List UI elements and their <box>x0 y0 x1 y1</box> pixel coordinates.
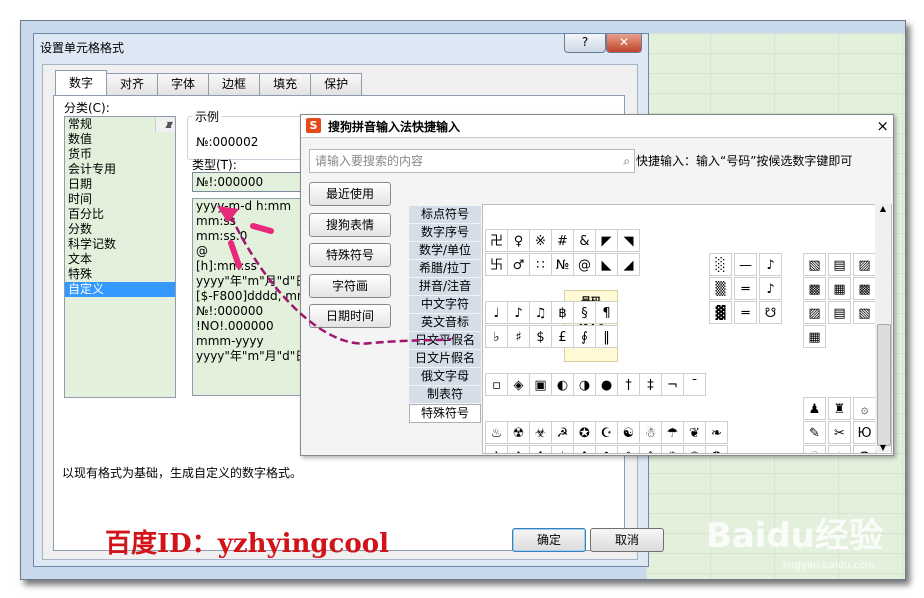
baidu-url: jingyan.baidu.com <box>782 560 875 571</box>
annotation-arrow <box>217 206 452 345</box>
author-watermark: 百度ID：yzhyingcool <box>105 529 389 559</box>
dashed-arrow-path <box>229 215 452 345</box>
arrow-head-icon <box>217 206 239 223</box>
screenshot-frame: 设置单元格格式 ? ✕ 数字 对齐 字体 边框 填充 保护 分类(C): 常规 … <box>20 20 906 580</box>
arrow-mark <box>250 223 274 234</box>
tab-number[interactable]: 数字 <box>55 70 108 95</box>
arrow-mark <box>228 240 242 269</box>
baidu-logo: Baidu经验 <box>705 516 883 556</box>
